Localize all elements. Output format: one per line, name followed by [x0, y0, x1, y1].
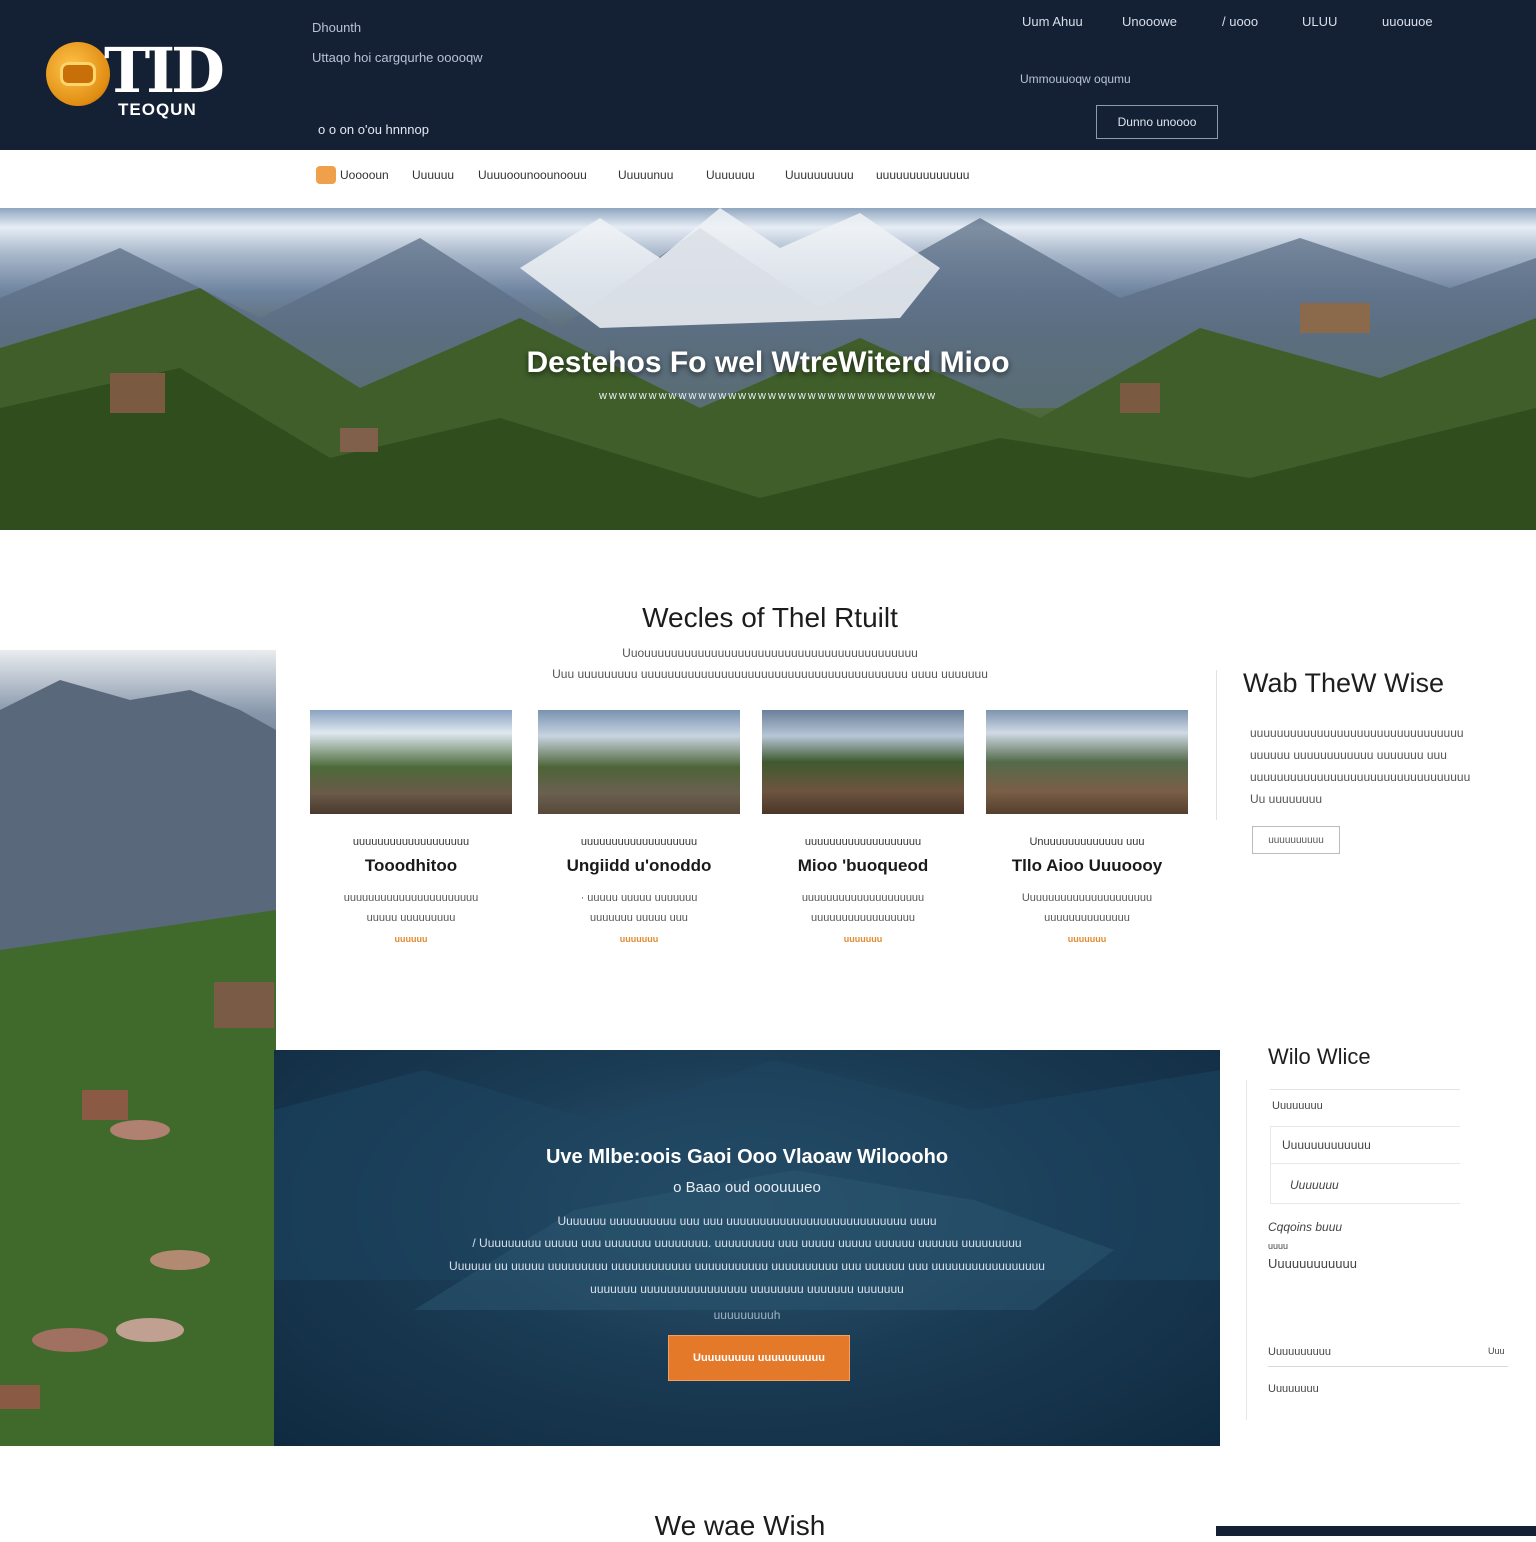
subnav-item-1[interactable]: Uooooun — [340, 168, 389, 182]
nav-link-4[interactable]: ULUU — [1302, 14, 1337, 29]
banner-paragraph-2: / Uuuuuuuuu uuuuu uuu uuuuuuu uuuuuuuu. … — [472, 1236, 1022, 1250]
sidebar-about-title: Wab TheW Wise — [1243, 668, 1445, 698]
nav-link-3[interactable]: / uooo — [1222, 14, 1258, 29]
card-title: Mioo 'buoqueod — [797, 856, 929, 875]
subnav-item-7[interactable]: uuuuuuuuuuuuuu — [876, 168, 969, 182]
logo-emblem-icon[interactable] — [46, 42, 110, 106]
bottom-dark-bar — [1216, 1526, 1536, 1536]
card-read-more-link[interactable]: uuuuuuu — [538, 934, 740, 944]
header-info-text: Ummouuoqw oqumu — [1020, 72, 1131, 86]
contact-label: Cqqoins buuu — [1268, 1220, 1343, 1234]
sidebar-about-button[interactable]: uuuuuuuuuu — [1252, 826, 1340, 854]
header-tagline-secondary: o o on o'ou hnnnop — [318, 122, 429, 137]
subnav-item-6[interactable]: Uuuuuuuuuu — [785, 168, 854, 182]
card-description: uuuuuuuuuuuuuuuuuuuu uuuuuuuuuuuuuuuuu — [801, 892, 925, 924]
card-image — [310, 710, 512, 814]
banner-paragraph-4: uuuuuuu uuuuuuuuuuuuuuuu uuuuuuuu uuuuuu… — [590, 1282, 904, 1296]
site-header: TID TEOQUN Dhounth Uttaqo hoi cargqurhe … — [0, 0, 1536, 150]
card-image — [986, 710, 1188, 814]
subnav-item-2[interactable]: Uuuuuu — [412, 168, 454, 182]
card-title: Tllo Aioo Uuuoooy — [1011, 856, 1163, 875]
sidebar-about-text: uuuuuuuuuuuuuuuuuuuuuuuuuuuuuuuu uuuuuu … — [1250, 726, 1471, 806]
service-card-3[interactable]: uuuuuuuuuuuuuuuuuuu Mioo 'buoqueod uuuuu… — [762, 710, 964, 950]
secondary-navigation: Uooooun Uuuuuu Uuuuoounoounoouu Uuuuunuu… — [0, 150, 1536, 208]
side-mountain-photo — [0, 650, 276, 1446]
card-title: Ungiidd u'onoddo — [566, 856, 712, 875]
card-description: Uuuuuuuuuuuuuuuuuuuuu uuuuuuuuuuuuuu — [1021, 892, 1153, 924]
subnav-item-3[interactable]: Uuuuoounoounoouu — [478, 168, 587, 182]
home-icon[interactable] — [316, 166, 336, 184]
service-card-4[interactable]: Unuuuuuuuuuuuuu uuu Tllo Aioo Uuuoooy Uu… — [986, 710, 1188, 950]
card-kicker: uuuuuuuuuuuuuuuuuuu — [580, 836, 698, 848]
banner-title: Uve Mlbe:oois Gaoi Ooo Vlaoaw Wiloooho — [545, 1146, 949, 1168]
contact-footer-1-right: Uuu — [1488, 1346, 1505, 1356]
footer-divider — [1268, 1366, 1508, 1367]
contact-value: Uuuuuuuuuuuu — [1268, 1256, 1357, 1271]
header-cta-button[interactable]: Dunno unoooo — [1096, 105, 1218, 139]
contact-label-small: uuuu — [1268, 1241, 1289, 1251]
contact-footer-2[interactable]: Uuuuuuuu — [1268, 1383, 1319, 1395]
card-title: Tooodhitoo — [364, 856, 458, 875]
card-description: · uuuuu uuuuu uuuuuuu uuuuuuu uuuuu uuu — [580, 892, 698, 924]
card-image — [762, 710, 964, 814]
nav-link-2[interactable]: Unooowe — [1122, 14, 1177, 29]
logo-subtitle: TEOQUN — [118, 100, 197, 119]
subnav-item-5[interactable]: Uuuuuuu — [706, 168, 755, 182]
card-kicker: Unuuuuuuuuuuuuu uuu — [1029, 836, 1145, 848]
card-image — [538, 710, 740, 814]
card-description: uuuuuuuuuuuuuuuuuuuuuu uuuuu uuuuuuuuu — [343, 892, 479, 924]
mountain-village-illustration — [0, 680, 276, 1446]
bottom-section-title: We wae Wish — [654, 1510, 826, 1541]
card-kicker: uuuuuuuuuuuuuuuuuuu — [352, 836, 470, 848]
service-card-2[interactable]: uuuuuuuuuuuuuuuuuuu Ungiidd u'onoddo · u… — [538, 710, 740, 950]
services-subtitle-2: Uuu uuuuuuuuu uuuuuuuuuuuuuuuuuuuuuuuuuu… — [552, 667, 988, 681]
contact-footer-1[interactable]: Uuuuuuuuuu — [1268, 1346, 1331, 1358]
banner-paragraph-3: Uuuuuu uu uuuuu uuuuuuuuu uuuuuuuuuuuu u… — [449, 1259, 1045, 1273]
banner-paragraph-1: Uuuuuuu uuuuuuuuuu uuu uuu uuuuuuuuuuuuu… — [557, 1214, 937, 1228]
nav-link-5[interactable]: uuouuoe — [1382, 14, 1433, 29]
card-read-more-link[interactable]: uuuuuu — [310, 934, 512, 944]
contact-field-2: Uuuuuuuuuuuuu — [1282, 1138, 1371, 1152]
header-tagline-title: Dhounth — [312, 20, 362, 35]
service-card-1[interactable]: uuuuuuuuuuuuuuuuuuu Tooodhitoo uuuuuuuuu… — [310, 710, 512, 950]
field-divider — [1270, 1089, 1460, 1090]
card-read-more-link[interactable]: uuuuuuu — [986, 934, 1188, 944]
hero-subtitle: wwwwwwwwwwwwwwwwwwwwwwwwwwwwwwwwww — [598, 390, 938, 402]
nav-link-1[interactable]: Uum Ahuu — [1022, 14, 1083, 29]
banner-cta-button[interactable]: Uuuuuuuuu uuuuuuuuuu — [668, 1335, 850, 1381]
sidebar-contact-divider — [1246, 1080, 1247, 1420]
header-tagline: Uttaqo hoi cargqurhe ooooqw — [312, 50, 483, 65]
hero-title: Destehos Fo wel WtreWiterd Mioo — [526, 346, 1010, 379]
contact-field-1[interactable]: Uuuuuuuu — [1272, 1100, 1323, 1112]
subnav-item-4[interactable]: Uuuuunuu — [618, 168, 673, 182]
logo-text[interactable]: TID — [104, 40, 225, 102]
card-read-more-link[interactable]: uuuuuuu — [762, 934, 964, 944]
services-subtitle-1: Uuouuuuuuuuuuuuuuuuuuuuuuuuuuuuuuuuuuuuu… — [622, 646, 918, 660]
sidebar-contact-title: Wilo Wlice — [1268, 1044, 1371, 1069]
contact-field-3: Uuuuuuu — [1290, 1178, 1339, 1192]
services-title: Wecles of Thel Rtuilt — [642, 602, 898, 633]
banner-subtitle: o Baao oud ooouuueo — [673, 1179, 821, 1196]
banner-note: uuuuuuuuuh — [713, 1308, 781, 1322]
sidebar-divider — [1216, 670, 1217, 820]
card-kicker: uuuuuuuuuuuuuuuuuuu — [804, 836, 922, 848]
